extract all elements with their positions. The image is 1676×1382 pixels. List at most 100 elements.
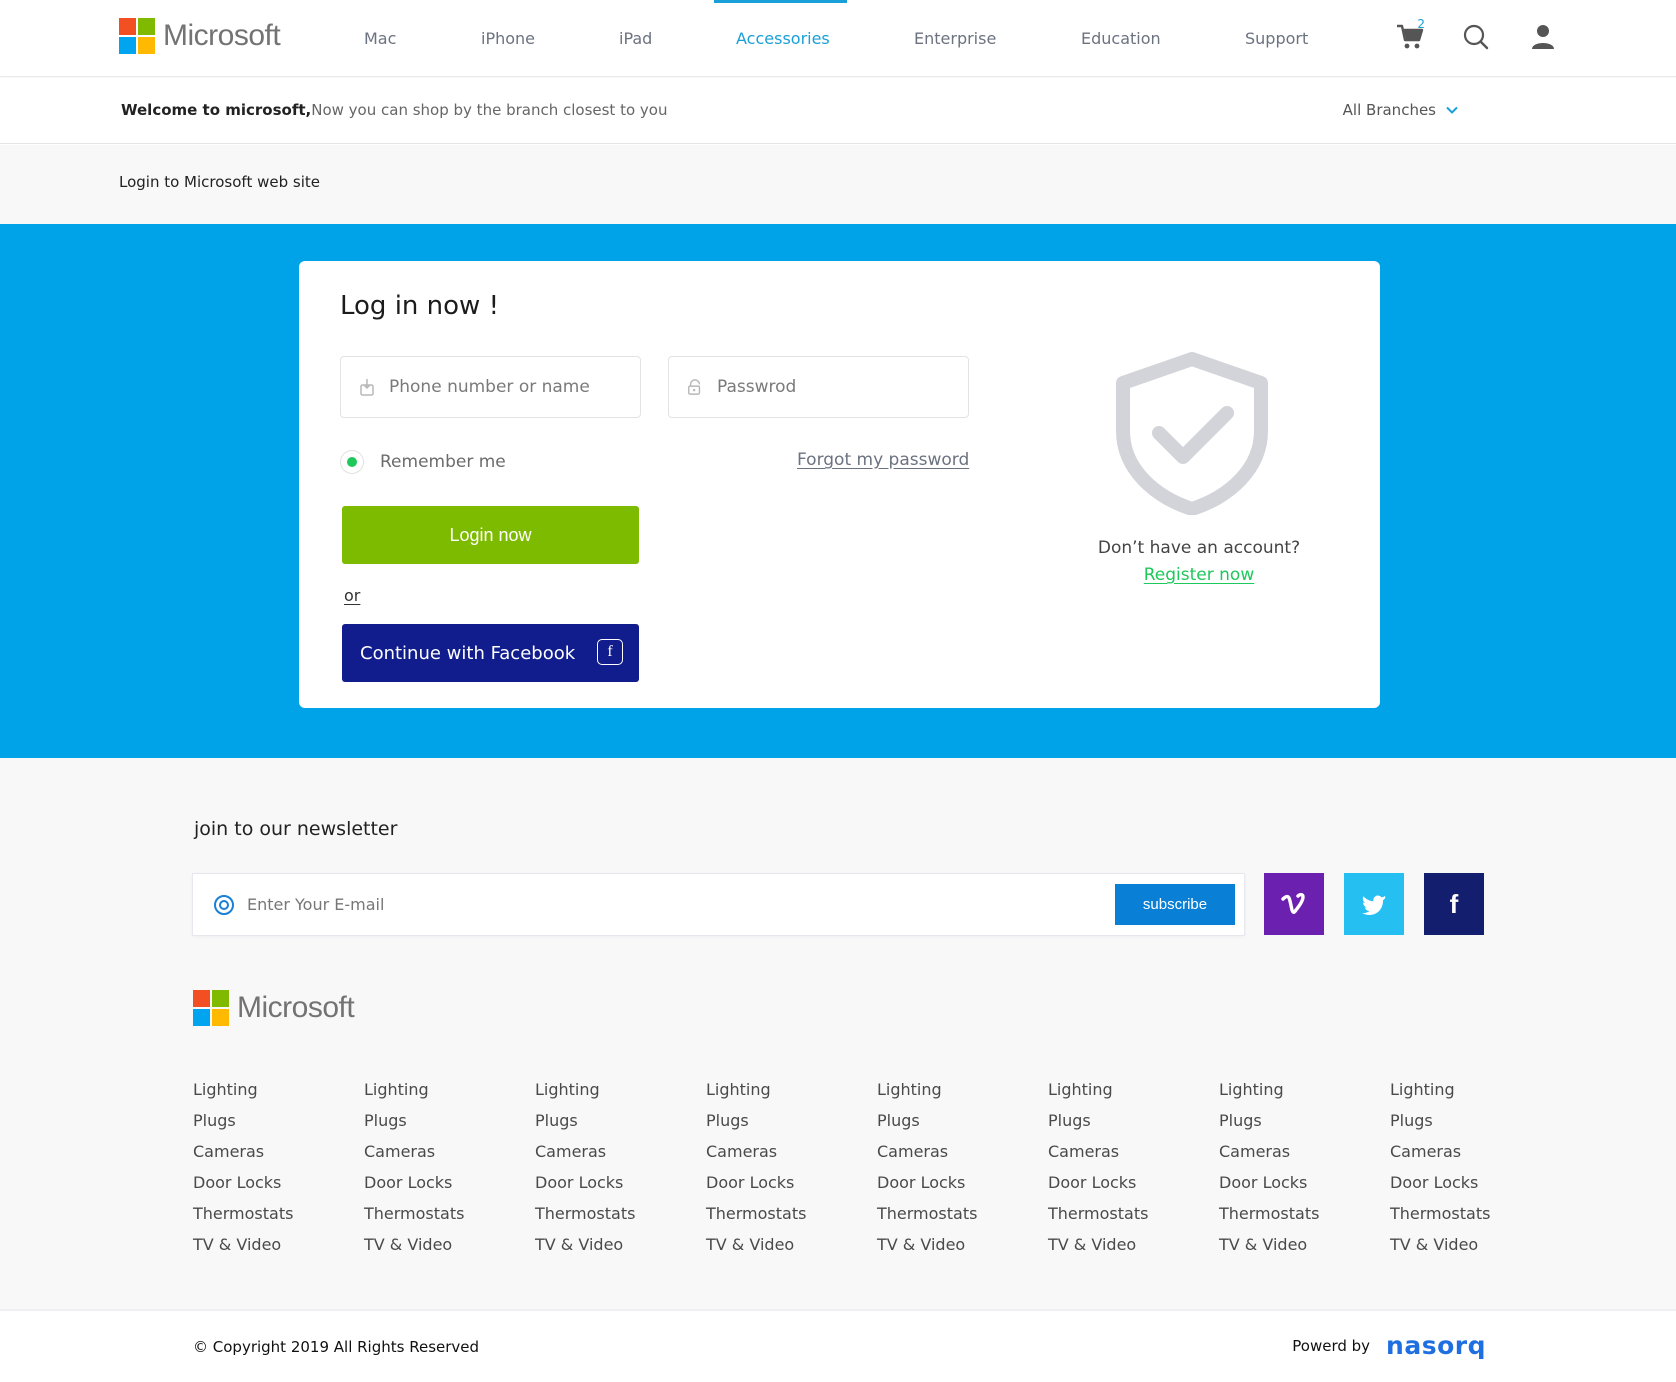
or-separator: or	[344, 586, 361, 605]
nav-item-ipad[interactable]: iPad	[619, 0, 652, 77]
footer-link[interactable]: Thermostats	[1048, 1204, 1198, 1235]
powered-by: Powerd by nasorq	[1292, 1331, 1486, 1360]
shield-check-icon	[1116, 352, 1268, 515]
nav-item-accessories[interactable]: Accessories	[714, 0, 847, 77]
remember-me-radio[interactable]	[340, 450, 364, 474]
footer-link[interactable]: Lighting	[535, 1080, 685, 1111]
facebook-link[interactable]: f	[1424, 873, 1484, 935]
footer-link[interactable]: Lighting	[364, 1080, 514, 1111]
footer-link[interactable]: Cameras	[877, 1142, 1027, 1173]
footer-column: Lighting Plugs Cameras Door Locks Thermo…	[1390, 1080, 1540, 1266]
phone-user-icon	[359, 378, 375, 396]
login-card: Log in now ! Phone number or name Passwr…	[299, 261, 1380, 708]
footer-link[interactable]: Thermostats	[706, 1204, 856, 1235]
footer-link[interactable]: Plugs	[706, 1111, 856, 1142]
footer-link[interactable]: Plugs	[1048, 1111, 1198, 1142]
newsletter-email-input[interactable]	[247, 874, 1007, 935]
footer-link[interactable]: TV & Video	[706, 1235, 856, 1266]
footer-link[interactable]: Plugs	[877, 1111, 1027, 1142]
footer-link[interactable]: Door Locks	[1219, 1173, 1369, 1204]
breadcrumb-bar: Login to Microsoft web site	[0, 145, 1676, 224]
footer-link[interactable]: Plugs	[193, 1111, 343, 1142]
footer-link[interactable]: Lighting	[706, 1080, 856, 1111]
welcome-bar: Welcome to microsoft,Now you can shop by…	[0, 78, 1676, 144]
footer-link[interactable]: Lighting	[1390, 1080, 1540, 1111]
at-sign-icon	[214, 895, 234, 915]
footer-link[interactable]: Cameras	[193, 1142, 343, 1173]
footer-link[interactable]: Thermostats	[877, 1204, 1027, 1235]
footer-link[interactable]: Door Locks	[706, 1173, 856, 1204]
footer-link[interactable]: TV & Video	[877, 1235, 1027, 1266]
login-button[interactable]: Login now	[342, 506, 639, 564]
footer-link[interactable]: Cameras	[706, 1142, 856, 1173]
footer-link[interactable]: Lighting	[1048, 1080, 1198, 1111]
footer-link[interactable]: Plugs	[1390, 1111, 1540, 1142]
facebook-login-label: Continue with Facebook	[360, 642, 576, 664]
nav-item-enterprise[interactable]: Enterprise	[914, 0, 996, 77]
footer-link[interactable]: Door Locks	[1048, 1173, 1198, 1204]
facebook-icon: f	[597, 639, 623, 665]
footer-link[interactable]: Lighting	[193, 1080, 343, 1111]
welcome-message: Welcome to microsoft,Now you can shop by…	[121, 101, 667, 119]
newsletter-form: subscribe	[192, 873, 1245, 936]
branches-dropdown[interactable]: All Branches	[1343, 101, 1458, 119]
footer-column: Lighting Plugs Cameras Door Locks Thermo…	[535, 1080, 685, 1266]
footer-link[interactable]: TV & Video	[1390, 1235, 1540, 1266]
forgot-password-link[interactable]: Forgot my password	[797, 450, 969, 470]
newsletter-title: join to our newsletter	[194, 818, 398, 840]
footer-link[interactable]: Door Locks	[193, 1173, 343, 1204]
footer-link[interactable]: Cameras	[1048, 1142, 1198, 1173]
footer-link[interactable]: Plugs	[1219, 1111, 1369, 1142]
footer-link[interactable]: Thermostats	[364, 1204, 514, 1235]
nav-item-iphone[interactable]: iPhone	[481, 0, 535, 77]
microsoft-logo-icon	[193, 990, 229, 1026]
register-link[interactable]: Register now	[1049, 565, 1349, 585]
subscribe-button[interactable]: subscribe	[1115, 884, 1235, 925]
username-field[interactable]: Phone number or name	[340, 356, 641, 418]
footer-link[interactable]: TV & Video	[535, 1235, 685, 1266]
footer-column: Lighting Plugs Cameras Door Locks Thermo…	[706, 1080, 856, 1266]
footer-column: Lighting Plugs Cameras Door Locks Thermo…	[877, 1080, 1027, 1266]
nav-item-education[interactable]: Education	[1081, 0, 1161, 77]
footer-link[interactable]: Lighting	[1219, 1080, 1369, 1111]
nasorq-logo[interactable]: nasorq	[1386, 1331, 1486, 1360]
footer-link[interactable]: Thermostats	[1390, 1204, 1540, 1235]
footer-link[interactable]: Thermostats	[193, 1204, 343, 1235]
search-button[interactable]	[1459, 20, 1493, 54]
footer-link[interactable]: Cameras	[364, 1142, 514, 1173]
footer-link[interactable]: Thermostats	[1219, 1204, 1369, 1235]
footer-link[interactable]: Door Locks	[877, 1173, 1027, 1204]
twitter-link[interactable]	[1344, 873, 1404, 935]
login-title: Log in now !	[340, 291, 500, 321]
footer-link[interactable]: TV & Video	[1219, 1235, 1369, 1266]
password-field[interactable]: Passwrod	[668, 356, 969, 418]
vimeo-link[interactable]	[1264, 873, 1324, 935]
footer-link[interactable]: TV & Video	[193, 1235, 343, 1266]
footer-link[interactable]: Thermostats	[535, 1204, 685, 1235]
nav-item-support[interactable]: Support	[1245, 0, 1308, 77]
footer-link[interactable]: TV & Video	[364, 1235, 514, 1266]
nav-item-mac[interactable]: Mac	[364, 0, 396, 77]
footer-link[interactable]: Door Locks	[1390, 1173, 1540, 1204]
footer-link[interactable]: Plugs	[364, 1111, 514, 1142]
microsoft-logo-icon	[119, 18, 155, 54]
powered-by-label: Powerd by	[1292, 1336, 1371, 1355]
site-header: Microsoft Mac iPhone iPad Accessories En…	[0, 0, 1676, 77]
account-button[interactable]	[1526, 20, 1560, 54]
microsoft-logo[interactable]: Microsoft	[119, 18, 281, 54]
no-account-text: Don’t have an account?	[1097, 538, 1301, 558]
twitter-icon	[1362, 895, 1386, 915]
footer-link[interactable]: Door Locks	[364, 1173, 514, 1204]
footer-link[interactable]: TV & Video	[1048, 1235, 1198, 1266]
footer-link[interactable]: Cameras	[1390, 1142, 1540, 1173]
footer-link[interactable]: Cameras	[1219, 1142, 1369, 1173]
facebook-login-button[interactable]: Continue with Facebook f	[342, 624, 639, 682]
cart-button[interactable]: 2	[1393, 17, 1427, 54]
footer-link[interactable]: Door Locks	[535, 1173, 685, 1204]
footer-link[interactable]: Lighting	[877, 1080, 1027, 1111]
password-placeholder: Passwrod	[717, 377, 797, 397]
search-icon	[1463, 24, 1489, 50]
remember-me-option[interactable]: Remember me	[340, 450, 506, 474]
footer-link[interactable]: Cameras	[535, 1142, 685, 1173]
footer-link[interactable]: Plugs	[535, 1111, 685, 1142]
